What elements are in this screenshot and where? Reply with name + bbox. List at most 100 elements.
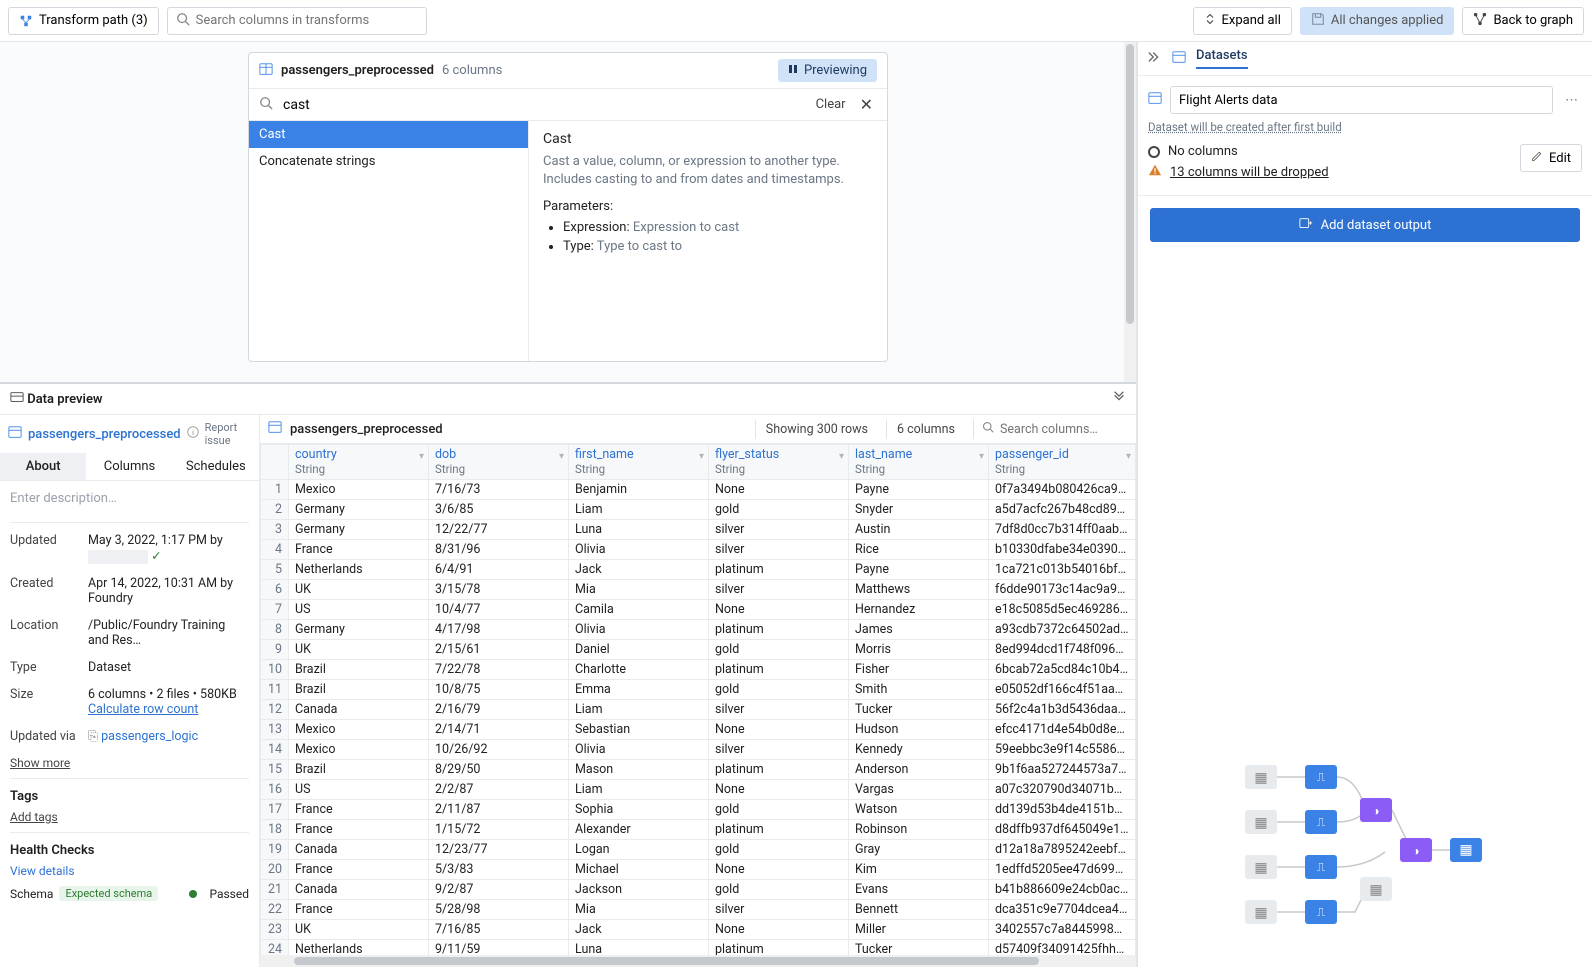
table-cell: 6bcab72a5cd84c10b4d885f3a [989, 660, 1136, 680]
table-row[interactable]: 24Netherlands9/11/59LunaplatinumTuckerd5… [261, 940, 1136, 956]
table-row[interactable]: 10Brazil7/22/78CharlotteplatinumFisher6b… [261, 660, 1136, 680]
report-issue-link[interactable]: Report issue [205, 421, 251, 447]
dataset-name-input[interactable] [1170, 86, 1553, 114]
table-cell: 3/15/78 [429, 580, 569, 600]
more-options-icon[interactable]: ⋯ [1561, 89, 1582, 112]
back-to-graph-label: Back to graph [1493, 13, 1573, 28]
table-row[interactable]: 3Germany12/22/77LunasilverAustin7df8d0cc… [261, 520, 1136, 540]
table-cell: platinum [709, 940, 849, 956]
table-row[interactable]: 12Canada2/16/79LiamsilverTucker56f2c4a1b… [261, 700, 1136, 720]
table-cell: 1edffd5205ee47d699dd22360 [989, 860, 1136, 880]
tab-about[interactable]: About [0, 453, 86, 480]
table-cell: 56f2c4a1b3d5436daab67a18 [989, 700, 1136, 720]
table-cell: Benjamin [569, 480, 709, 500]
transform-search-input[interactable] [283, 97, 806, 113]
table-row[interactable]: 21Canada9/2/87JacksongoldEvansb41b886609… [261, 880, 1136, 900]
suggestion-item-cast[interactable]: Cast [249, 121, 528, 148]
edit-button[interactable]: Edit [1520, 144, 1582, 172]
param-type: Type: Type to cast to [563, 239, 873, 254]
horizontal-scrollbar[interactable] [260, 955, 1136, 967]
column-header[interactable]: last_nameString▾ [849, 445, 989, 480]
table-row[interactable]: 2Germany3/6/85LiamgoldSnydera5d7acfc267b… [261, 500, 1136, 520]
description-input[interactable]: Enter description… [10, 491, 249, 506]
table-row[interactable]: 18France1/15/72AlexanderplatinumRobinson… [261, 820, 1136, 840]
table-cell: Matthews [849, 580, 989, 600]
tab-columns[interactable]: Columns [86, 453, 172, 480]
pause-icon [788, 63, 798, 78]
table-cell: None [709, 780, 849, 800]
column-header[interactable]: flyer_statusString▾ [709, 445, 849, 480]
table-row[interactable]: 13Mexico2/14/71SebastianNoneHudsonefcc41… [261, 720, 1136, 740]
data-grid[interactable]: countryString▾dobString▾first_nameString… [260, 444, 1136, 955]
tab-schedules[interactable]: Schedules [173, 453, 259, 480]
svg-text:⎍: ⎍ [1317, 770, 1326, 784]
dataset-name[interactable]: passengers_preprocessed [28, 427, 181, 442]
created-label: Created [10, 576, 88, 606]
table-row[interactable]: 6UK3/15/78MiasilverMatthewsf6dde90173c14… [261, 580, 1136, 600]
table-row[interactable]: 16US2/2/87LiamNoneVargasa07c320790d34071… [261, 780, 1136, 800]
table-row[interactable]: 20France5/3/83MichaelNoneKim1edffd5205ee… [261, 860, 1136, 880]
table-dataset-name: passengers_preprocessed [290, 422, 443, 437]
table-row[interactable]: 23UK7/16/85JackNoneMiller3402557c7a84459… [261, 920, 1136, 940]
add-dataset-output-button[interactable]: Add dataset output [1150, 208, 1580, 242]
collapse-panel-icon[interactable] [1148, 50, 1162, 68]
table-cell: platinum [709, 760, 849, 780]
table-cell: e05052df166c4f51aa2d0c99d [989, 680, 1136, 700]
table-cell: Bennett [849, 900, 989, 920]
table-row[interactable]: 22France5/28/98MiasilverBennettdca351c9e… [261, 900, 1136, 920]
column-search-box[interactable] [167, 7, 427, 35]
table-row[interactable]: 1Mexico7/16/73BenjaminNonePayne0f7a3494b… [261, 480, 1136, 500]
column-header[interactable]: dobString▾ [429, 445, 569, 480]
table-row[interactable]: 15Brazil8/29/50MasonplatinumAnderson9b1f… [261, 760, 1136, 780]
schema-label: Schema [10, 887, 53, 901]
add-tags-link[interactable]: Add tags [10, 810, 249, 824]
table-cell: 10/26/92 [429, 740, 569, 760]
close-icon[interactable]: ✕ [856, 95, 877, 114]
card-columns: 6 columns [442, 63, 502, 78]
logic-icon: ⎘ [88, 729, 98, 744]
canvas-scrollbar[interactable] [1124, 42, 1136, 382]
table-cell: 8/31/96 [429, 540, 569, 560]
changes-applied-button[interactable]: All changes applied [1300, 7, 1455, 35]
suggestion-item-concatenate[interactable]: Concatenate strings [249, 148, 528, 175]
expand-all-button[interactable]: Expand all [1193, 7, 1292, 35]
table-search[interactable] [973, 419, 1128, 439]
calculate-rows-link[interactable]: Calculate row count [88, 702, 198, 717]
show-more-link[interactable]: Show more [10, 756, 249, 770]
warning-icon [1148, 163, 1162, 181]
dropped-columns-link[interactable]: 13 columns will be dropped [1170, 165, 1329, 180]
table-cell: Germany [289, 500, 429, 520]
column-header[interactable]: passenger_idString▾ [989, 445, 1136, 480]
table-row[interactable]: 7US10/4/77CamilaNoneHernandeze18c5085d5e… [261, 600, 1136, 620]
table-search-input[interactable] [1000, 422, 1120, 437]
table-cell: Austin [849, 520, 989, 540]
table-cell: Liam [569, 780, 709, 800]
table-row[interactable]: 11Brazil10/8/75EmmagoldSmithe05052df166c… [261, 680, 1136, 700]
datasets-tab[interactable]: Datasets [1196, 48, 1248, 69]
table-row[interactable]: 14Mexico10/26/92OliviasilverKennedy59eeb… [261, 740, 1136, 760]
back-to-graph-button[interactable]: Back to graph [1462, 7, 1584, 35]
info-icon[interactable]: i [187, 426, 199, 442]
cols-count: 6 columns [886, 420, 965, 439]
view-details-link[interactable]: View details [10, 864, 249, 878]
table-row[interactable]: 5Netherlands6/4/91JackplatinumPayne1ca72… [261, 560, 1136, 580]
column-header[interactable]: first_nameString▾ [569, 445, 709, 480]
table-row[interactable]: 19Canada12/23/77LogangoldGrayd12a18a7895… [261, 840, 1136, 860]
transform-path-button[interactable]: Transform path (3) [8, 7, 159, 35]
table-row[interactable]: 9UK2/15/61DanielgoldMorris8ed994dcd1f748… [261, 640, 1136, 660]
table-row[interactable]: 8Germany4/17/98OliviaplatinumJamesa93cdb… [261, 620, 1136, 640]
dataset-icon [259, 62, 273, 80]
table-row[interactable]: 17France2/11/87SophiagoldWatsondd139d53b… [261, 800, 1136, 820]
table-row[interactable]: 4France8/31/96OliviasilverRiceb10330dfab… [261, 540, 1136, 560]
suggestion-list: Cast Concatenate strings [249, 121, 529, 361]
collapse-preview-icon[interactable] [1112, 390, 1126, 408]
health-heading: Health Checks [10, 843, 249, 858]
clear-button[interactable]: Clear [816, 97, 846, 112]
column-search-input[interactable] [196, 13, 418, 28]
table-cell: Sophia [569, 800, 709, 820]
table-cell: Luna [569, 940, 709, 956]
column-header[interactable]: countryString▾ [289, 445, 429, 480]
table-cell: France [289, 860, 429, 880]
table-cell: Rice [849, 540, 989, 560]
preview-badge[interactable]: Previewing [778, 59, 877, 82]
